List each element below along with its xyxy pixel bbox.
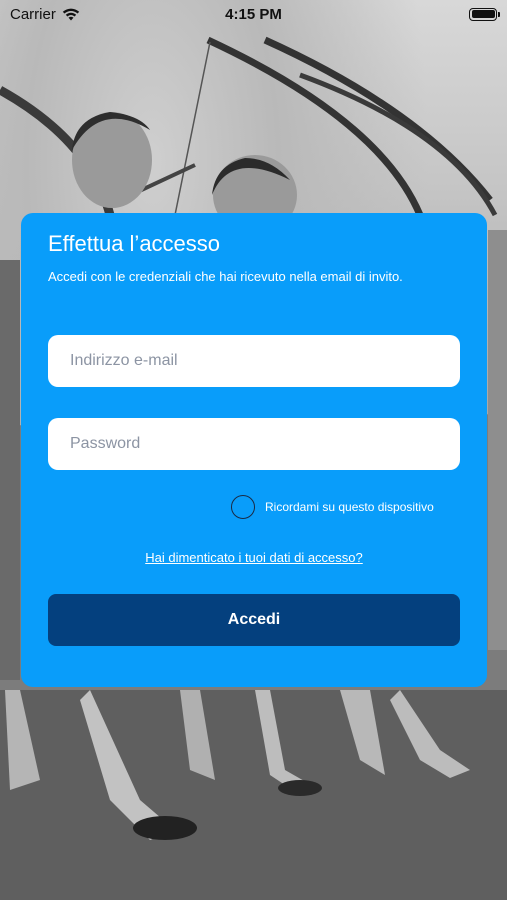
login-card: Effettua l’accesso Accedi con le credenz… (21, 213, 487, 687)
password-input[interactable] (48, 418, 460, 470)
status-bar: Carrier 4:15 PM (0, 0, 507, 28)
forgot-credentials-link[interactable]: Hai dimenticato i tuoi dati di accesso? (21, 550, 487, 565)
login-button[interactable]: Accedi (48, 594, 460, 646)
email-input[interactable] (48, 335, 460, 387)
remember-me-label: Ricordami su questo dispositivo (265, 500, 434, 514)
battery-icon (469, 7, 500, 21)
wifi-icon (62, 8, 80, 20)
battery-level (471, 10, 495, 18)
remember-me-radio[interactable] (231, 495, 255, 519)
status-left: Carrier (10, 6, 80, 23)
remember-me-toggle[interactable]: Ricordami su questo dispositivo (231, 495, 434, 519)
login-title: Effettua l’accesso (48, 231, 221, 256)
carrier-label: Carrier (10, 5, 56, 23)
login-subtitle: Accedi con le credenziali che hai ricevu… (48, 269, 403, 284)
